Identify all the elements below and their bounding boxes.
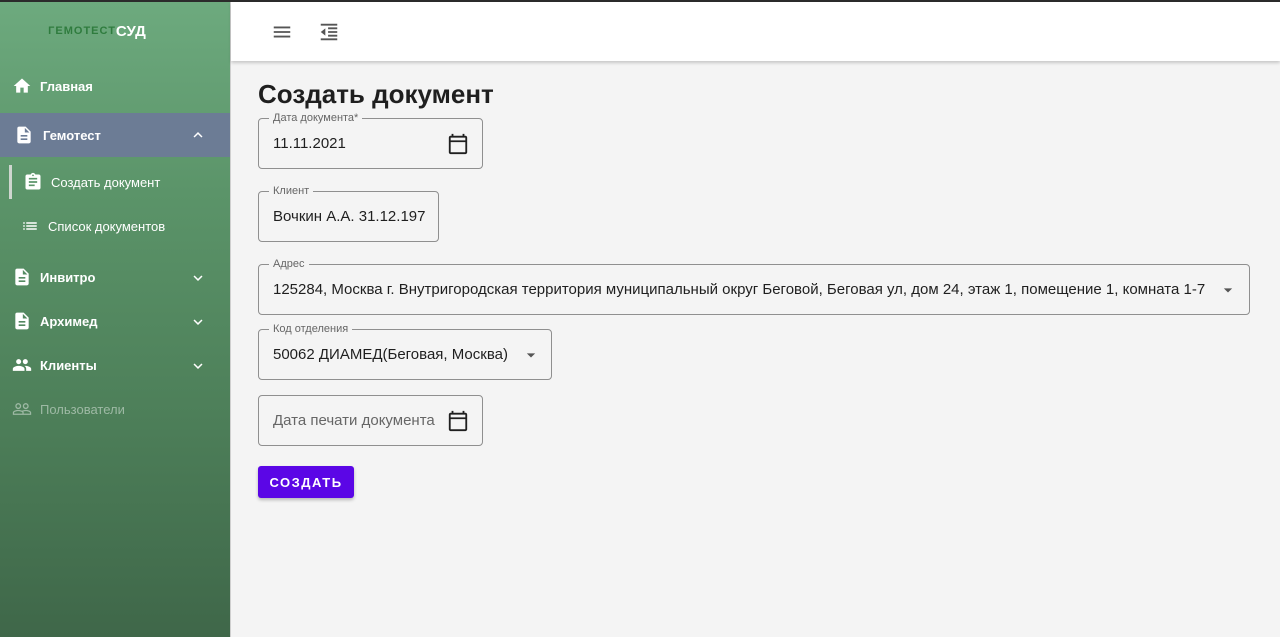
brand-logo[interactable]: ГЕМОТЕСТ СУД bbox=[0, 2, 230, 60]
sidebar-item-label: Пользователи bbox=[40, 401, 125, 417]
client-label: Клиент bbox=[269, 185, 314, 197]
list-icon bbox=[20, 216, 40, 236]
active-indicator bbox=[9, 165, 12, 199]
department-code-label: Код отделения bbox=[269, 323, 353, 335]
print-date-placeholder[interactable]: Дата печати документа bbox=[273, 412, 435, 429]
sidebar-item-label: Главная bbox=[40, 78, 93, 94]
client-field[interactable]: Клиент Вочкин А.А. 31.12.197 bbox=[258, 185, 439, 242]
sidebar-subitem-document-list[interactable]: Список документов bbox=[0, 204, 230, 248]
sidebar-subitem-create-document[interactable]: Создать документ bbox=[0, 160, 230, 204]
sidebar-subitem-label: Создать документ bbox=[51, 174, 161, 190]
document-date-value[interactable]: 11.11.2021 bbox=[273, 135, 346, 152]
calendar-icon[interactable] bbox=[447, 133, 469, 155]
sidebar-item-gemotest[interactable]: Гемотест bbox=[0, 113, 230, 157]
dropdown-arrow-icon[interactable] bbox=[520, 344, 542, 366]
sidebar-item-home[interactable]: Главная bbox=[0, 64, 230, 108]
sidebar-item-label: Клиенты bbox=[40, 357, 97, 373]
chevron-down-icon[interactable] bbox=[189, 357, 207, 375]
brand-part-2: СУД bbox=[115, 22, 146, 40]
clipboard-icon bbox=[23, 172, 43, 192]
address-value[interactable]: 125284, Москва г. Внутригородская террит… bbox=[273, 281, 1223, 298]
address-label: Адрес bbox=[269, 258, 309, 270]
document-icon bbox=[14, 125, 34, 145]
sidebar-subitem-label: Список документов bbox=[48, 218, 166, 234]
department-code-select[interactable]: Код отделения 50062 ДИАМЕД(Беговая, Моск… bbox=[258, 323, 552, 380]
create-button[interactable]: СОЗДАТЬ bbox=[258, 466, 354, 498]
main-content: Создать документ Дата документа* 11.11.2… bbox=[231, 61, 1280, 637]
sidebar-item-arkhimed[interactable]: Архимед bbox=[0, 299, 230, 343]
print-date-field[interactable]: Дата печати документа bbox=[258, 395, 483, 446]
sidebar-item-label: Инвитро bbox=[40, 269, 96, 285]
brand-part-1: ГЕМОТЕСТ bbox=[48, 25, 116, 37]
document-icon bbox=[12, 267, 32, 287]
collapse-menu-icon[interactable] bbox=[317, 20, 341, 44]
hamburger-icon[interactable] bbox=[270, 20, 294, 44]
sidebar-item-invitro[interactable]: Инвитро bbox=[0, 255, 230, 299]
home-icon bbox=[12, 76, 32, 96]
chevron-down-icon[interactable] bbox=[189, 313, 207, 331]
department-code-value[interactable]: 50062 ДИАМЕД(Беговая, Москва) bbox=[273, 346, 508, 363]
sidebar-item-label: Гемотест bbox=[43, 127, 101, 143]
page-title: Создать документ bbox=[258, 79, 494, 109]
address-select[interactable]: Адрес 125284, Москва г. Внутригородская … bbox=[258, 258, 1250, 315]
dropdown-arrow-icon[interactable] bbox=[1217, 279, 1239, 301]
sidebar-item-users: Пользователи bbox=[0, 387, 230, 431]
people-icon bbox=[12, 355, 32, 375]
client-value[interactable]: Вочкин А.А. 31.12.197 bbox=[273, 208, 433, 225]
chevron-down-icon[interactable] bbox=[189, 269, 207, 287]
sidebar: ГЕМОТЕСТ СУД Главная Гемотест Создать док… bbox=[0, 2, 231, 637]
people-outline-icon bbox=[12, 399, 32, 419]
document-date-label: Дата документа* bbox=[269, 112, 363, 124]
chevron-up-icon[interactable] bbox=[189, 126, 207, 144]
document-date-field[interactable]: Дата документа* 11.11.2021 bbox=[258, 112, 483, 169]
calendar-icon[interactable] bbox=[447, 410, 469, 432]
sidebar-item-label: Архимед bbox=[40, 313, 98, 329]
sidebar-item-clients[interactable]: Клиенты bbox=[0, 343, 230, 387]
document-icon bbox=[12, 311, 32, 331]
top-app-bar bbox=[231, 2, 1280, 61]
